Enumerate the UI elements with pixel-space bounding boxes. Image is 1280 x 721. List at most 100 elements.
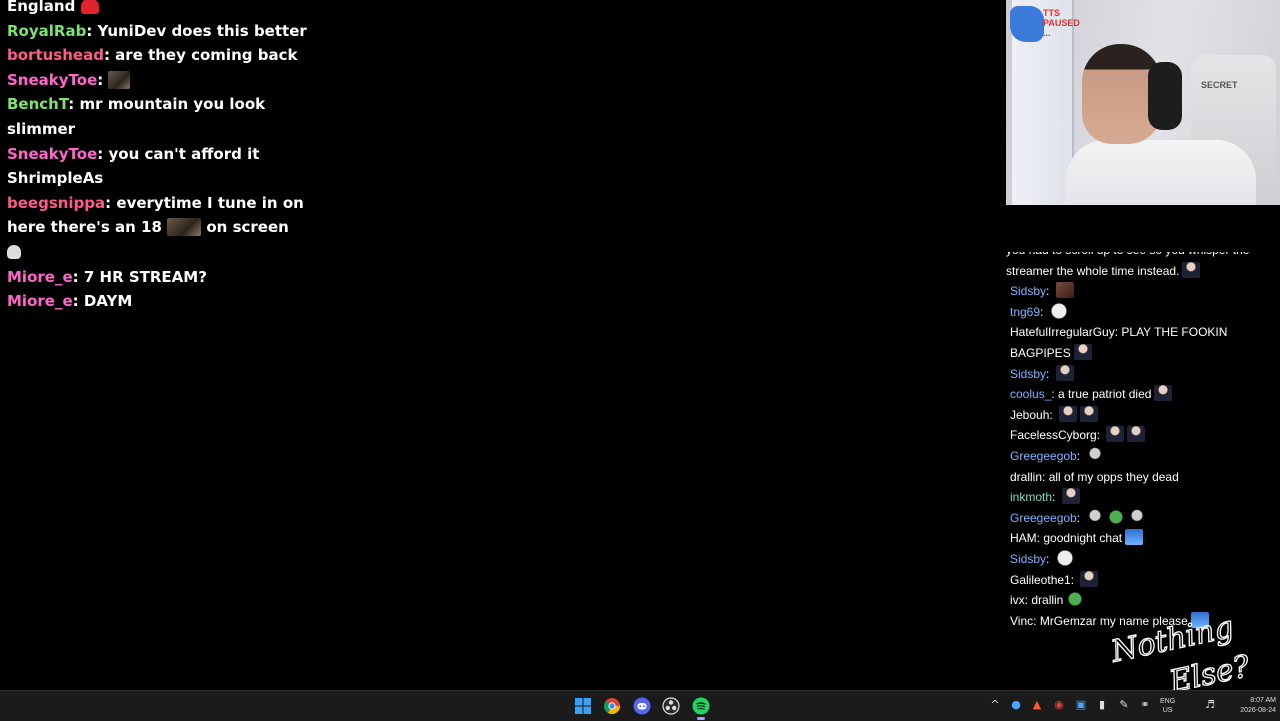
left-chat-message: SneakyToe: you can't afford it ShrimpleA… bbox=[7, 142, 307, 191]
clock[interactable]: 8:07 AM 2026-08-24 bbox=[1222, 696, 1276, 716]
emote-salute-icon bbox=[1059, 405, 1078, 422]
chat-colon: : bbox=[1070, 572, 1078, 587]
right-chat-message: Greegeegob: bbox=[1006, 508, 1276, 529]
chat-text: on screen bbox=[206, 218, 289, 237]
chat-text: goodnight chat bbox=[1043, 531, 1123, 546]
chat-username: Sidsby bbox=[1010, 551, 1047, 566]
windows-logo-icon[interactable] bbox=[574, 697, 592, 715]
heart-icon bbox=[80, 0, 99, 14]
chat-username: SneakyToe bbox=[7, 70, 98, 89]
pen-icon[interactable]: ✎ bbox=[1118, 699, 1130, 711]
right-chat-message: Sidsby: bbox=[1006, 281, 1276, 302]
right-chat-message: Greegeegob: bbox=[1006, 446, 1276, 467]
chat-username: HAM bbox=[1010, 531, 1037, 546]
chat-colon: : bbox=[86, 21, 98, 40]
discord-icon[interactable] bbox=[633, 697, 651, 715]
chat-username: RoyalRab bbox=[7, 21, 87, 40]
chat-colon: : bbox=[1049, 407, 1057, 422]
emote-face-dark-icon bbox=[1182, 261, 1201, 278]
brave-tray-icon[interactable]: ▲ bbox=[1031, 699, 1043, 711]
emote-face-skin-icon bbox=[1073, 343, 1092, 360]
left-chat-message: BenchT: mr mountain you look slimmer bbox=[7, 92, 307, 141]
right-chat-message: inkmoth: bbox=[1006, 487, 1276, 508]
webcam-person-shirt bbox=[1066, 140, 1256, 205]
chat-username: beegsnippa bbox=[7, 193, 106, 212]
chat-username: Greegeegob bbox=[1010, 448, 1077, 463]
chat-colon: : bbox=[1076, 510, 1084, 525]
chat-colon: : bbox=[97, 70, 109, 89]
skull-emote-icon bbox=[7, 244, 21, 259]
emote-frog-icon bbox=[1066, 591, 1085, 608]
chat-colon: : bbox=[72, 267, 84, 286]
record-tray-icon[interactable]: ◉ bbox=[1053, 699, 1065, 711]
emote-salute-icon bbox=[1080, 570, 1099, 587]
chat-text: all of my opps they dead bbox=[1048, 469, 1179, 484]
chat-colon: : bbox=[1046, 284, 1053, 299]
chat-emote-image bbox=[167, 218, 202, 237]
chat-text: DAYM bbox=[83, 292, 133, 311]
clock-date: 2026-08-24 bbox=[1240, 707, 1276, 714]
chat-colon: : bbox=[1052, 490, 1059, 505]
language-region: US bbox=[1162, 707, 1173, 714]
tts-logo-icon bbox=[1010, 6, 1044, 42]
chat-username: Miore_e bbox=[7, 267, 73, 286]
spotify-icon[interactable] bbox=[692, 697, 710, 715]
chrome-icon[interactable] bbox=[603, 697, 621, 715]
chair-brand-label: SECRET bbox=[1201, 80, 1238, 90]
chat-colon: : bbox=[103, 46, 116, 65]
volume-icon[interactable]: ♬ bbox=[1204, 699, 1216, 711]
right-chat-message: tng69: bbox=[1006, 302, 1276, 323]
chat-colon: : bbox=[1076, 448, 1084, 463]
chat-text: England bbox=[7, 0, 76, 15]
chat-colon: : bbox=[72, 292, 84, 311]
emote-salute-icon bbox=[1106, 426, 1125, 443]
network-icon[interactable]: ⚭ bbox=[1139, 699, 1151, 711]
chat-text: are they coming back bbox=[115, 46, 298, 65]
language-indicator[interactable]: ENG US bbox=[1160, 697, 1175, 715]
webcam-feed: SECRET TTS PAUSED ... bbox=[1006, 0, 1280, 205]
right-chat-message: coolus_: a true patriot died bbox=[1006, 384, 1276, 405]
emote-frog-icon bbox=[1107, 508, 1126, 525]
tts-paused-label: TTS PAUSED ... bbox=[1043, 8, 1080, 38]
chevron-up-icon[interactable]: ^ bbox=[989, 699, 1001, 711]
chat-username: bortushead bbox=[7, 46, 104, 65]
right-chat-message: drallin: all of my opps they dead bbox=[1006, 467, 1276, 488]
emote-car-icon bbox=[1125, 529, 1144, 546]
steam-tray-icon[interactable]: ● bbox=[1010, 699, 1022, 711]
chat-username: Galileothe1 bbox=[1010, 572, 1071, 587]
chat-username: SneakyToe bbox=[7, 144, 98, 163]
chat-username: Sidsby bbox=[1010, 366, 1047, 381]
left-chat-message: Miore_e: 7 HR STREAM? bbox=[7, 265, 307, 290]
chat-colon: : bbox=[1096, 428, 1104, 443]
chat-colon: : bbox=[68, 95, 80, 114]
chat-username: Greegeegob bbox=[1010, 510, 1077, 525]
right-chat-message: Galileothe1: bbox=[1006, 570, 1276, 591]
left-chat-overlay: England RoyalRab: YuniDev does this bett… bbox=[7, 0, 307, 314]
emote-mic-icon bbox=[1086, 508, 1105, 525]
left-chat-message: bortushead: are they coming back bbox=[7, 43, 307, 68]
chat-text: a true patriot died bbox=[1058, 387, 1152, 402]
right-chat-message: HAM: goodnight chat bbox=[1006, 528, 1276, 549]
chat-text: you had to scroll up to see so you whisp… bbox=[1006, 252, 1249, 278]
right-chat-message: ivx: drallin bbox=[1006, 590, 1276, 611]
chat-text: 7 HR STREAM? bbox=[83, 267, 207, 286]
chat-username: Vinc bbox=[1010, 613, 1034, 628]
chat-username: inkmoth bbox=[1010, 490, 1053, 505]
emote-salute-icon bbox=[1154, 385, 1173, 402]
right-chat-message: Sidsby: bbox=[1006, 364, 1276, 385]
emote-mic-icon bbox=[1086, 446, 1105, 463]
chat-username: BenchT bbox=[7, 95, 69, 114]
chat-username: Jebouh bbox=[1010, 407, 1050, 422]
display-tray-icon[interactable]: ▣ bbox=[1075, 699, 1087, 711]
chat-emote-image bbox=[108, 70, 131, 89]
emote-salute-icon bbox=[1127, 426, 1146, 443]
chat-username: drallin bbox=[1010, 469, 1043, 484]
obs-icon[interactable] bbox=[662, 697, 680, 715]
chat-text: YuniDev does this better bbox=[97, 21, 307, 40]
left-chat-message: SneakyToe: bbox=[7, 68, 307, 93]
emote-salute-icon bbox=[1061, 488, 1080, 505]
left-chat-message: Miore_e: DAYM bbox=[7, 289, 307, 314]
right-chat-message: Sidsby: bbox=[1006, 549, 1276, 570]
left-chat-message: RoyalRab: YuniDev does this better bbox=[7, 19, 307, 44]
microphone-icon[interactable]: ▮ bbox=[1096, 699, 1108, 711]
